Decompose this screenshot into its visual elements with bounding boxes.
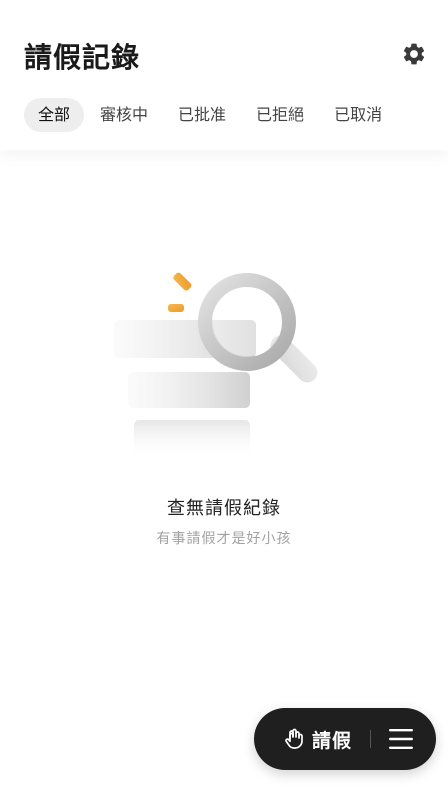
magnifier-empty-list-icon bbox=[114, 272, 318, 460]
app-root: 請假記錄 全部 審核中 已批准 已拒絕 已取消 查無請假紀錄 有事請假才是好小孩… bbox=[0, 0, 448, 794]
gear-icon bbox=[403, 43, 425, 65]
request-leave-label: 請假 bbox=[312, 729, 353, 752]
settings-button[interactable] bbox=[400, 40, 428, 68]
menu-button[interactable] bbox=[379, 717, 423, 761]
status-tabs: 全部 審核中 已批准 已拒絕 已取消 bbox=[24, 98, 398, 132]
tab-pending[interactable]: 審核中 bbox=[86, 98, 162, 132]
tab-cancelled[interactable]: 已取消 bbox=[320, 98, 396, 132]
fab-divider bbox=[370, 730, 372, 748]
request-leave-button[interactable]: 請假 bbox=[282, 708, 352, 770]
floating-action-bar: 請假 bbox=[254, 708, 436, 770]
empty-state: 查無請假紀錄 有事請假才是好小孩 bbox=[0, 150, 448, 548]
tab-rejected[interactable]: 已拒絕 bbox=[242, 98, 318, 132]
page-title: 請假記錄 bbox=[24, 41, 141, 74]
tab-approved[interactable]: 已批准 bbox=[164, 98, 240, 132]
hand-icon bbox=[285, 728, 303, 749]
empty-state-title: 查無請假紀錄 bbox=[167, 498, 281, 519]
hamburger-menu-icon bbox=[389, 729, 414, 749]
tab-all[interactable]: 全部 bbox=[24, 98, 85, 132]
page-header: 請假記錄 全部 審核中 已批准 已拒絕 已取消 bbox=[0, 0, 448, 150]
empty-state-subtitle: 有事請假才是好小孩 bbox=[156, 531, 292, 547]
